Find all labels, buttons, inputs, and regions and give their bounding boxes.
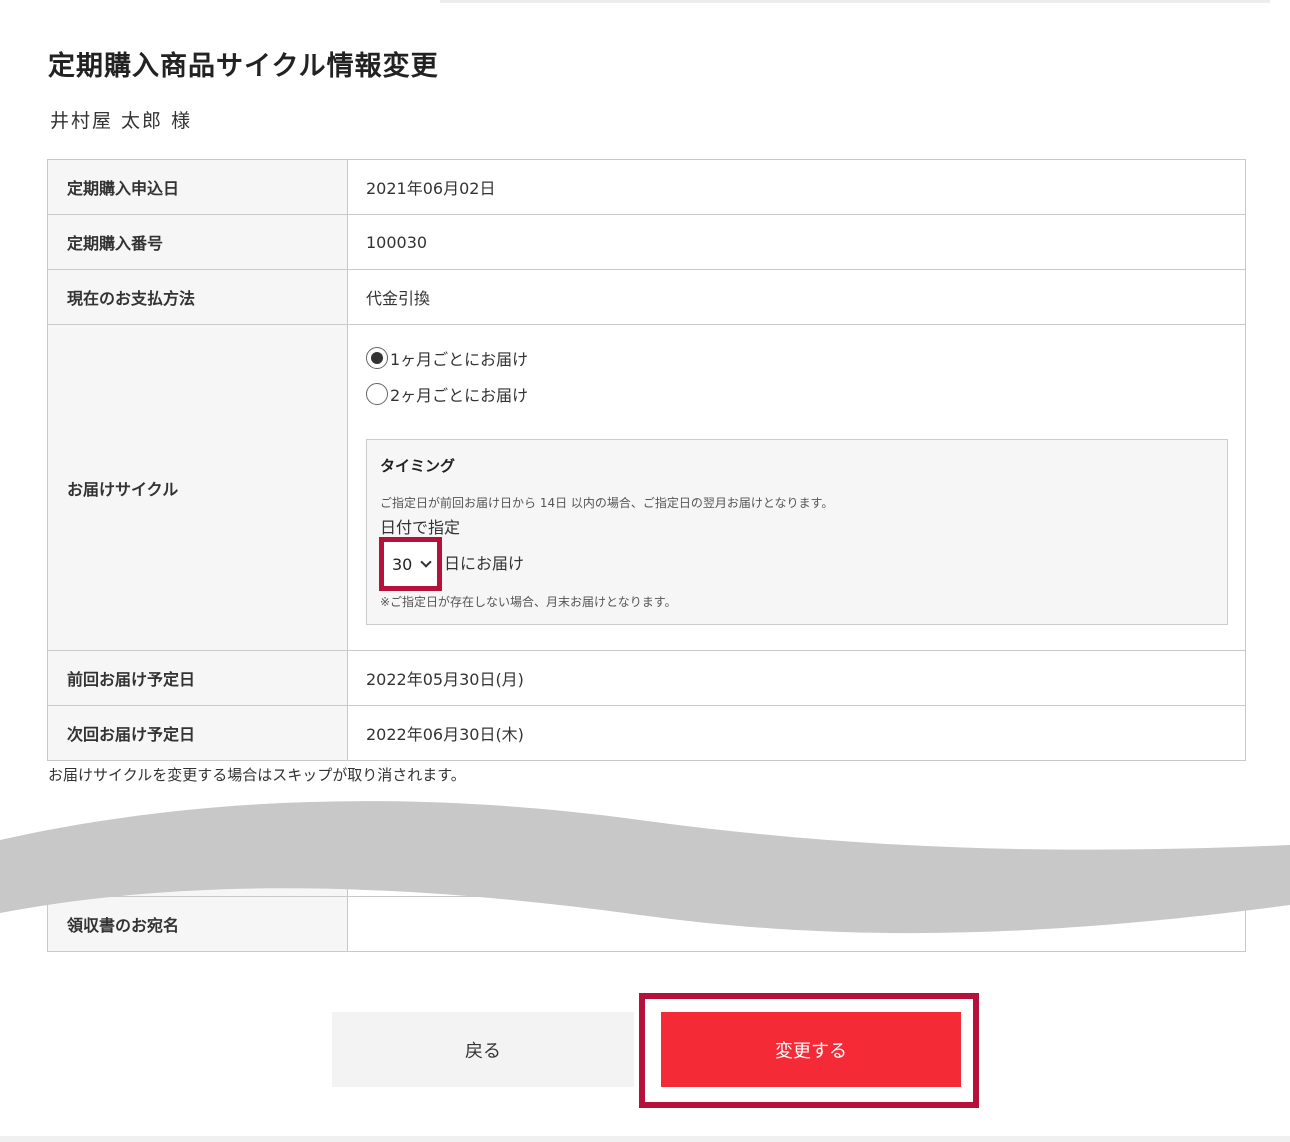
timing-panel: タイミング ご指定日が前回お届け日から 14日 以内の場合、ご指定日の翌月お届け… bbox=[366, 439, 1228, 625]
table-row: 定期購入番号 100030 bbox=[48, 215, 1245, 270]
row-label: 前回お届け予定日 bbox=[48, 651, 348, 705]
page-break-wave bbox=[0, 801, 1290, 934]
row-value: 100030 bbox=[348, 215, 1245, 269]
table-row: 前回お届け予定日 2022年05月30日(月) bbox=[48, 651, 1245, 706]
table-row: 次回お届け予定日 2022年06月30日(木) bbox=[48, 706, 1245, 761]
timing-note: ご指定日が前回お届け日から 14日 以内の場合、ご指定日の翌月お届けとなります。 bbox=[380, 496, 834, 510]
subscription-info-table: 定期購入申込日 2021年06月02日 定期購入番号 100030 現在のお支払… bbox=[47, 159, 1246, 761]
row-value: 代金引換 bbox=[348, 270, 1245, 324]
radio-label: 2ヶ月ごとにお届け bbox=[390, 386, 529, 405]
delivery-cycle-options: 1ヶ月ごとにお届け 2ヶ月ごとにお届け タイミング ご指定日が前回お届け日から … bbox=[348, 325, 1245, 650]
delivery-cycle-row: お届けサイクル 1ヶ月ごとにお届け 2ヶ月ごとにお届け タイミング ご指定日が前… bbox=[48, 325, 1245, 651]
row-label: 定期購入申込日 bbox=[48, 160, 348, 214]
row-value: 2022年06月30日(木) bbox=[348, 706, 1245, 760]
page-title: 定期購入商品サイクル情報変更 bbox=[48, 51, 439, 82]
customer-name: 井村屋 太郎 様 bbox=[50, 110, 193, 132]
table-row: 定期購入申込日 2021年06月02日 bbox=[48, 160, 1245, 215]
row-label: お届けサイクル bbox=[48, 325, 348, 650]
chevron-down-icon bbox=[420, 556, 433, 568]
cycle-option-2-months[interactable]: 2ヶ月ごとにお届け bbox=[366, 382, 528, 406]
radio-button-checked[interactable] bbox=[366, 347, 388, 369]
row-label: 次回お届け予定日 bbox=[48, 706, 348, 760]
row-label: 定期購入番号 bbox=[48, 215, 348, 269]
timing-title: タイミング bbox=[380, 457, 456, 475]
day-select-highlight: 30 bbox=[379, 537, 442, 591]
top-divider bbox=[440, 0, 1270, 3]
radio-dot-icon bbox=[371, 352, 383, 364]
cycle-option-1-month[interactable]: 1ヶ月ごとにお届け bbox=[366, 346, 528, 370]
row-label: 現在のお支払方法 bbox=[48, 270, 348, 324]
bottom-divider bbox=[0, 1136, 1290, 1142]
radio-label: 1ヶ月ごとにお届け bbox=[390, 350, 529, 369]
day-select-value: 30 bbox=[392, 554, 413, 574]
submit-change-button[interactable]: 変更する bbox=[661, 1012, 961, 1087]
back-button[interactable]: 戻る bbox=[332, 1012, 634, 1087]
nonexistent-date-note: ※ご指定日が存在しない場合、月末お届けとなります。 bbox=[380, 595, 677, 609]
date-specify-label: 日付で指定 bbox=[380, 518, 461, 537]
row-value: 2021年06月02日 bbox=[348, 160, 1245, 214]
skip-cancel-note: お届けサイクルを変更する場合はスキップが取り消されます。 bbox=[48, 766, 466, 784]
day-select[interactable]: 30 bbox=[387, 548, 435, 580]
radio-button-unchecked[interactable] bbox=[366, 383, 388, 405]
deliver-day-suffix: 日にお届け bbox=[444, 554, 525, 573]
table-row: 現在のお支払方法 代金引換 bbox=[48, 270, 1245, 325]
row-value: 2022年05月30日(月) bbox=[348, 651, 1245, 705]
